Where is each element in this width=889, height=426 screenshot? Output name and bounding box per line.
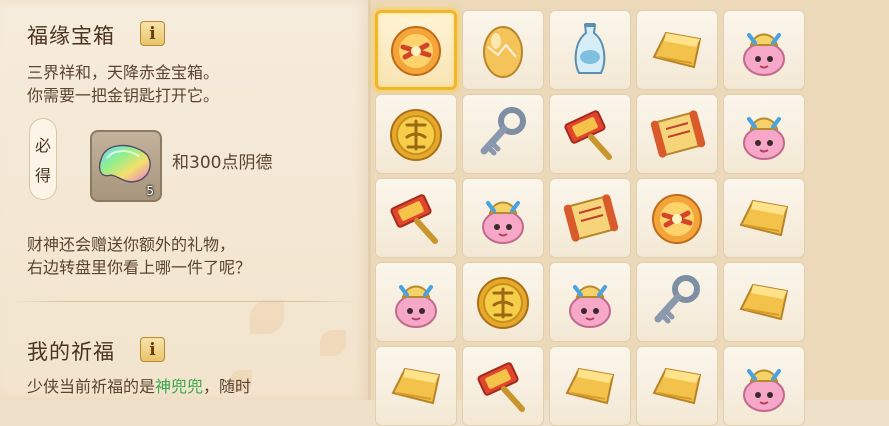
scroll-icon <box>563 194 619 242</box>
gold-medallion-icon <box>652 194 702 244</box>
gold-ingot-icon <box>739 199 789 237</box>
guaranteed-char-1: 必 <box>34 136 51 155</box>
grid-cell[interactable] <box>549 346 631 426</box>
lucky-bag-doll-icon <box>743 33 785 76</box>
blessing-suffix: ，随时 <box>203 377 252 396</box>
gold-ingot-icon <box>652 367 702 405</box>
guaranteed-tag: 必 得 <box>29 118 57 200</box>
silver-key-icon <box>480 107 526 156</box>
lucky-bag-doll-icon <box>743 117 785 160</box>
grid-cell[interactable] <box>723 10 805 90</box>
grid-cell[interactable] <box>636 346 718 426</box>
lucky-bag-doll-icon <box>395 285 437 328</box>
grid-cell[interactable] <box>723 346 805 426</box>
grid-cell[interactable] <box>723 94 805 174</box>
grid-cell[interactable] <box>375 262 457 342</box>
grid-cell[interactable] <box>723 178 805 258</box>
red-hammer-icon <box>390 194 438 244</box>
petal-decoration <box>320 330 346 356</box>
reward-quantity: 5 <box>146 184 154 198</box>
petal-decoration <box>250 300 284 334</box>
silver-key-icon <box>654 275 700 324</box>
grid-cell[interactable] <box>636 94 718 174</box>
reward-grid <box>375 10 805 426</box>
grid-cell[interactable] <box>462 178 544 258</box>
grid-cell[interactable] <box>375 178 457 258</box>
lucky-bag-doll-icon <box>569 285 611 328</box>
treasure-title: 福缘宝箱 <box>27 24 115 48</box>
gold-ingot-icon <box>391 367 441 405</box>
golden-egg-icon <box>483 26 523 78</box>
grid-cell[interactable] <box>462 94 544 174</box>
grid-cell[interactable] <box>375 10 457 90</box>
grid-cell[interactable] <box>462 346 544 426</box>
blessing-highlight-item[interactable]: 神兜兜 <box>155 377 203 396</box>
left-info-panel: 福缘宝箱 i 三界祥和，天降赤金宝箱。 你需要一把金钥匙打开它。 必 得 5 和… <box>0 0 371 400</box>
blessing-line: 少侠当前祈福的是神兜兜，随时 <box>27 375 251 398</box>
guaranteed-char-2: 得 <box>34 166 51 185</box>
blessing-info-button[interactable]: i <box>140 337 165 362</box>
gold-ingot-icon <box>652 31 702 69</box>
treasure-desc-line2: 你需要一把金钥匙打开它。 <box>27 86 220 105</box>
grid-cell[interactable] <box>636 10 718 90</box>
reward-extra-text: 和300点阴德 <box>172 153 273 173</box>
grid-cell[interactable] <box>723 262 805 342</box>
grid-cell[interactable] <box>549 262 631 342</box>
treasure-desc-line1: 三界祥和，天降赤金宝箱。 <box>27 63 220 82</box>
red-hammer-icon <box>477 362 525 412</box>
dream-coin-icon <box>477 277 529 329</box>
grid-cell[interactable] <box>636 178 718 258</box>
section-divider <box>12 301 357 302</box>
grid-cell[interactable] <box>636 262 718 342</box>
gift-line1: 财神还会赠送你额外的礼物， <box>27 235 236 254</box>
grid-cell[interactable] <box>462 262 544 342</box>
gold-ingot-icon <box>739 283 789 321</box>
grid-cell[interactable] <box>462 10 544 90</box>
scroll-icon <box>650 110 706 158</box>
grid-cell[interactable] <box>375 94 457 174</box>
reward-item-slot[interactable]: 5 <box>90 130 162 202</box>
blessing-prefix: 少侠当前祈福的是 <box>27 377 156 396</box>
dream-coin-icon <box>390 109 442 161</box>
gold-medallion-icon <box>391 26 441 76</box>
treasure-info-button[interactable]: i <box>140 21 165 46</box>
red-hammer-icon <box>564 110 612 160</box>
lucky-bag-doll-icon <box>743 369 785 412</box>
reward-wheel-panel <box>371 0 889 426</box>
grid-cell[interactable] <box>549 10 631 90</box>
grid-cell[interactable] <box>549 94 631 174</box>
blessing-title: 我的祈福 <box>27 340 115 364</box>
grid-cell[interactable] <box>549 178 631 258</box>
gold-ingot-icon <box>565 367 615 405</box>
gift-line2: 右边转盘里你看上哪一件了呢？ <box>27 258 252 277</box>
lucky-bag-doll-icon <box>482 201 524 244</box>
porcelain-vase-icon <box>574 23 606 74</box>
grid-cell[interactable] <box>375 346 457 426</box>
